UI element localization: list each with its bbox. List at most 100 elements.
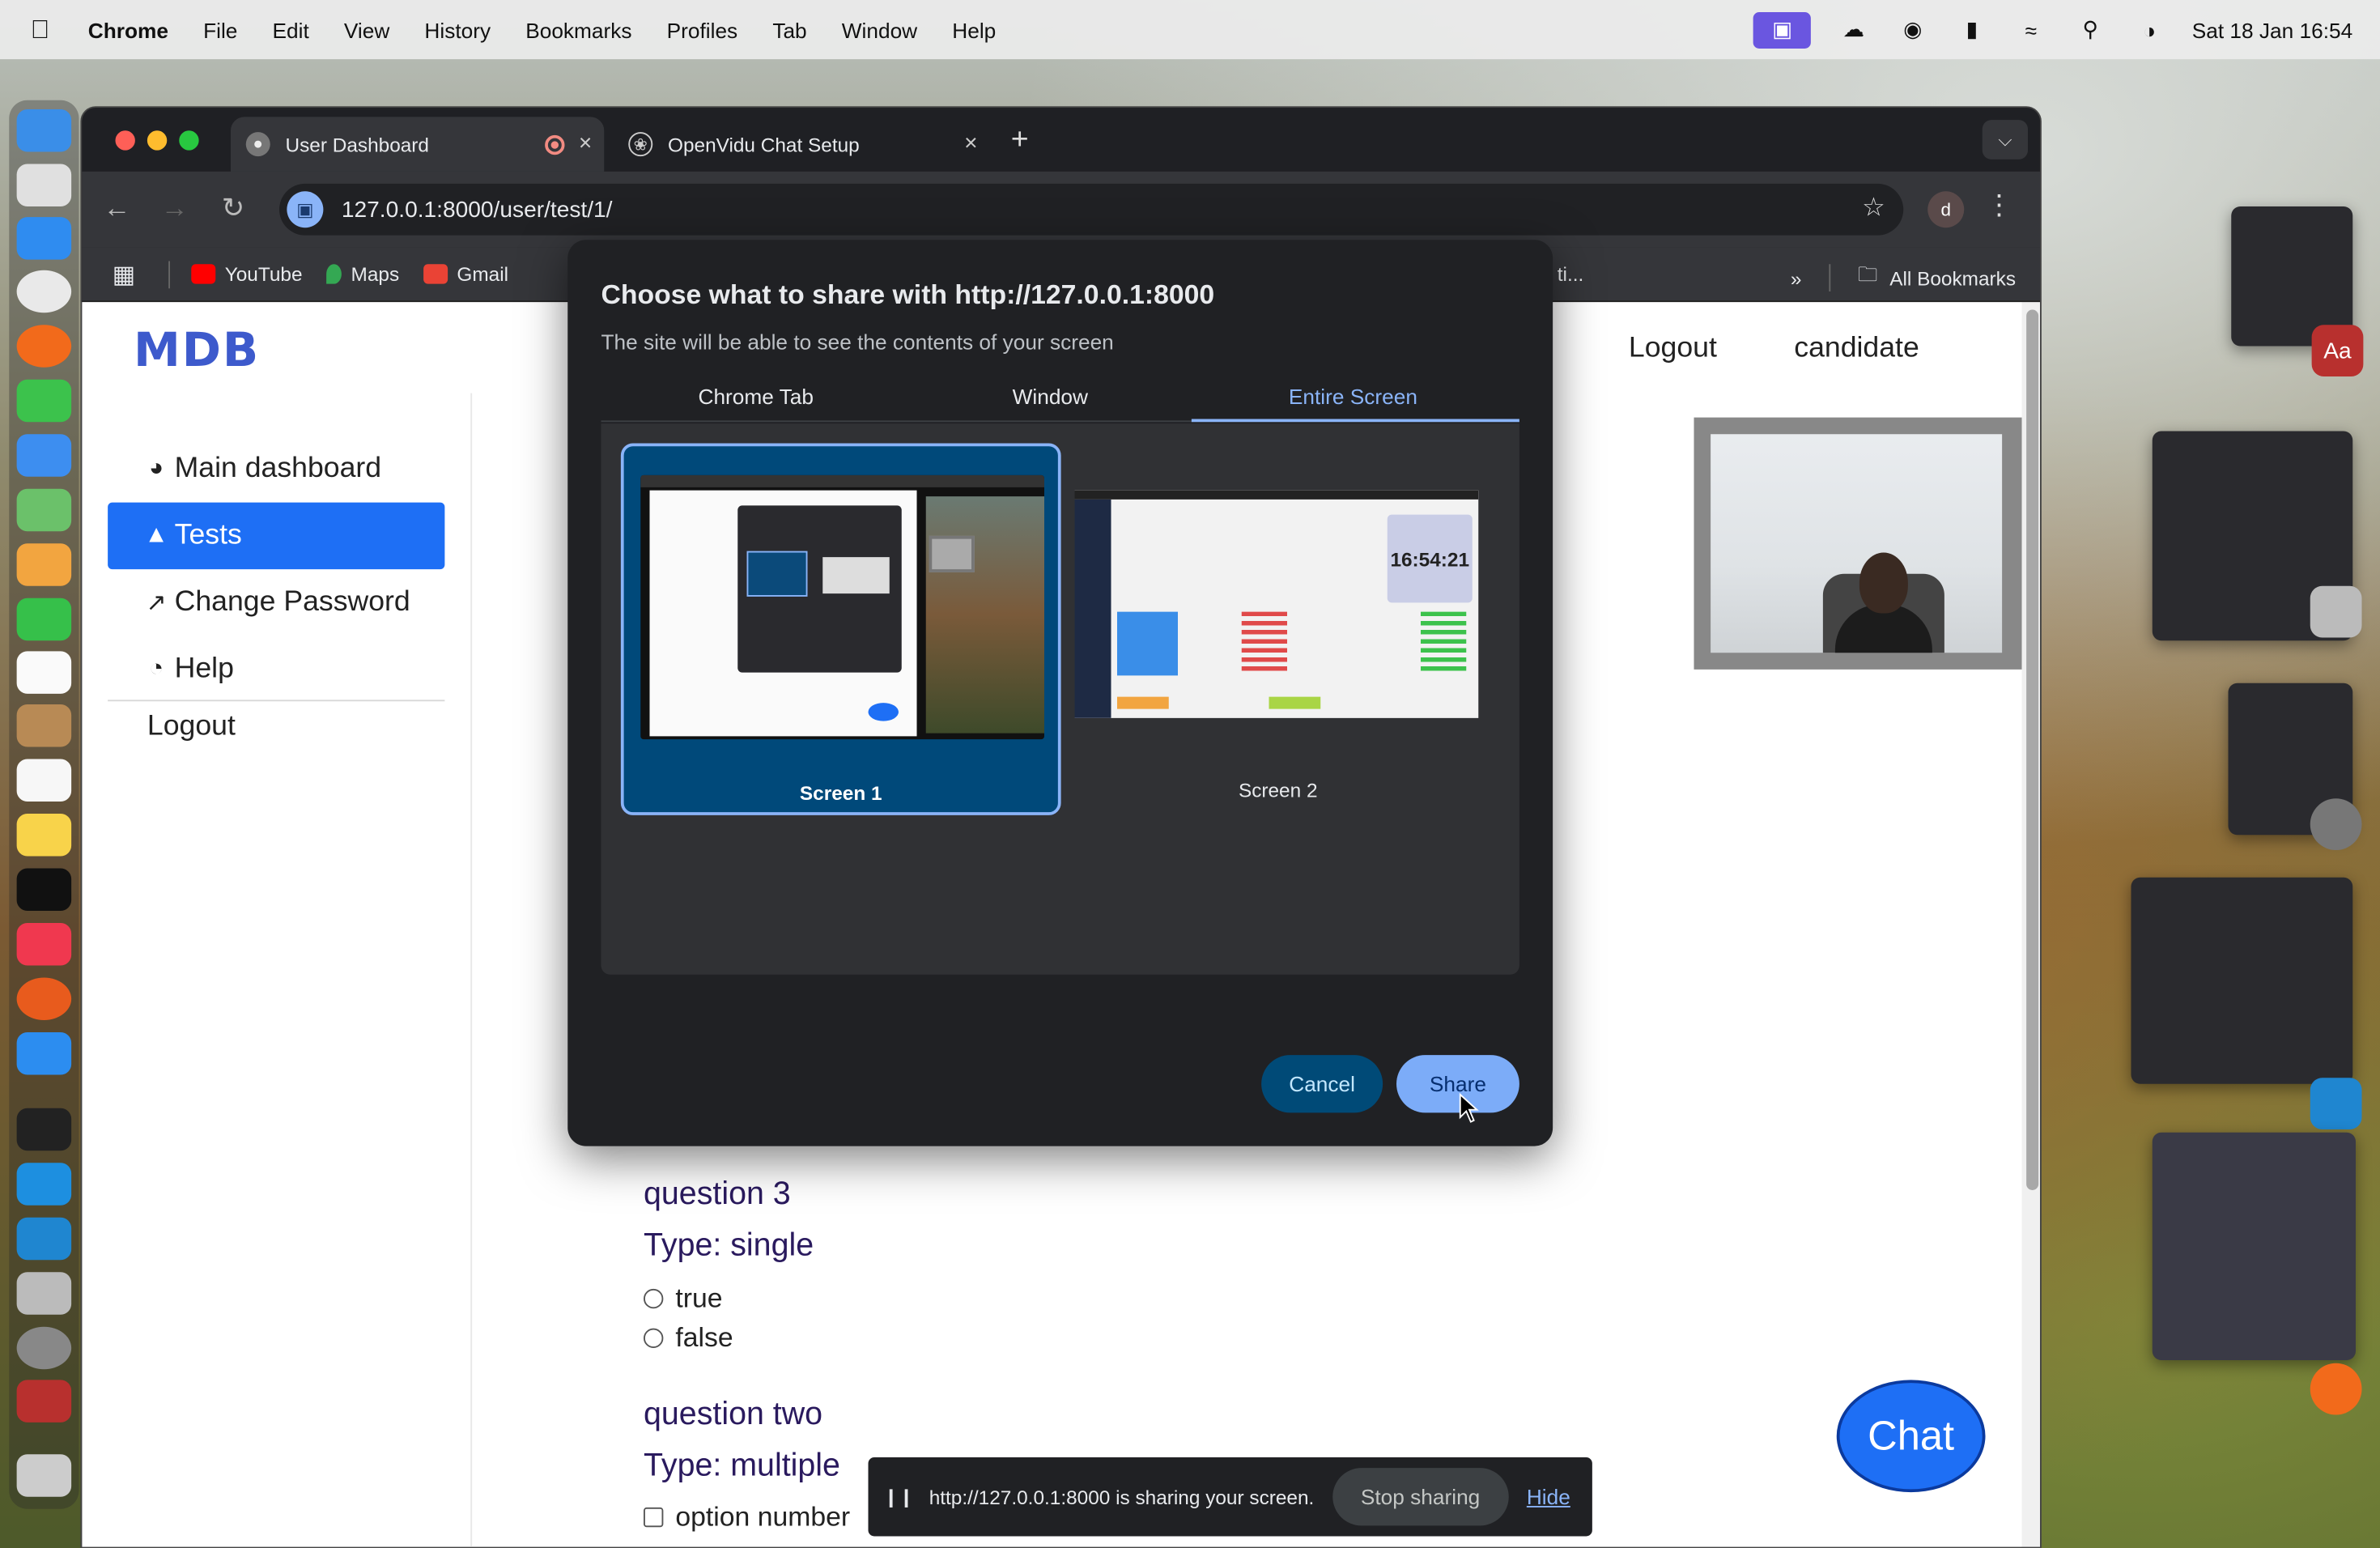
reminders-icon[interactable] xyxy=(16,759,72,802)
chat-button[interactable]: Chat xyxy=(1836,1380,1986,1493)
settings-app-icon[interactable] xyxy=(2310,798,2362,850)
radio-option-false[interactable]: false xyxy=(644,1322,733,1354)
apps-grid-icon[interactable]: ▦ xyxy=(113,259,135,290)
firefox-app-icon[interactable] xyxy=(2310,1363,2362,1415)
bookmark-youtube[interactable]: YouTube xyxy=(191,262,303,286)
vscode-icon[interactable] xyxy=(16,1217,72,1261)
tab-openvidu-chat-setup[interactable]: ❀ OpenVidu Chat Setup × xyxy=(614,117,990,172)
radio-button[interactable] xyxy=(644,1328,664,1348)
page-scrollbar[interactable] xyxy=(2021,302,2040,1547)
menu-bookmarks[interactable]: Bookmarks xyxy=(525,18,631,42)
header-logout-link[interactable]: Logout xyxy=(1629,333,1717,366)
hide-sharing-bar-link[interactable]: Hide xyxy=(1527,1485,1570,1509)
back-icon[interactable]: ← xyxy=(104,193,131,224)
sidebar-item-help[interactable]: ◔ Help xyxy=(108,636,444,704)
camera-permission-icon[interactable]: ▣ xyxy=(287,191,324,228)
bookmark-maps[interactable]: Maps xyxy=(326,262,399,286)
cancel-button[interactable]: Cancel xyxy=(1261,1055,1383,1113)
header-user-link[interactable]: candidate xyxy=(1794,333,1919,366)
menu-tab[interactable]: Tab xyxy=(772,18,806,42)
more-bookmarks-icon[interactable]: » xyxy=(1791,266,1802,289)
screen-sharing-icon[interactable]: ▣ xyxy=(1753,11,1812,49)
messages-icon[interactable] xyxy=(16,379,72,423)
close-tab-icon[interactable]: × xyxy=(964,130,977,156)
tab-window[interactable]: Window xyxy=(1013,384,1088,408)
desktop-window-thumbnail[interactable] xyxy=(2152,1132,2356,1360)
notes-icon[interactable] xyxy=(16,814,72,857)
screen-option-2[interactable]: 16:54:21 Screen 2 xyxy=(1058,444,1498,815)
maps-icon[interactable] xyxy=(16,488,72,532)
safari-icon[interactable] xyxy=(16,217,72,260)
wifi-icon[interactable]: ≈ xyxy=(2014,16,2047,44)
minimize-window-button[interactable] xyxy=(147,130,168,151)
terminal-icon[interactable] xyxy=(16,1108,72,1151)
docker-icon[interactable] xyxy=(16,1163,72,1206)
radio-option-true[interactable]: true xyxy=(644,1282,723,1314)
music-icon[interactable] xyxy=(16,923,72,966)
mail-icon[interactable] xyxy=(16,434,72,477)
vscode-app-icon[interactable] xyxy=(2310,1078,2362,1129)
calendar-icon[interactable] xyxy=(16,651,72,694)
firefox-icon[interactable] xyxy=(16,325,72,368)
menu-window[interactable]: Window xyxy=(842,18,917,42)
menu-history[interactable]: History xyxy=(424,18,491,42)
maximize-window-button[interactable] xyxy=(179,130,199,151)
app-store-icon[interactable] xyxy=(16,1032,72,1075)
ubuntu-icon[interactable] xyxy=(16,977,72,1020)
finder-icon[interactable] xyxy=(16,109,72,152)
menu-kebab-icon[interactable]: ⋮ xyxy=(1986,189,2013,221)
dictionary-app-icon[interactable]: Aa xyxy=(2311,325,2364,376)
checkbox[interactable] xyxy=(644,1507,664,1528)
launchpad-icon[interactable] xyxy=(16,164,72,206)
desktop-window-thumbnail[interactable] xyxy=(2131,877,2353,1084)
bookmark-overflow-fragment[interactable]: ti... xyxy=(1558,262,1584,285)
tab-entire-screen[interactable]: Entire Screen xyxy=(1289,384,1417,408)
apple-tv-icon[interactable] xyxy=(16,868,72,911)
contacts-icon[interactable] xyxy=(16,704,72,747)
dictionary-icon[interactable] xyxy=(16,1380,72,1423)
system-settings-icon[interactable] xyxy=(16,1326,72,1370)
menu-help[interactable]: Help xyxy=(952,18,996,42)
tab-user-dashboard[interactable]: ● User Dashboard × xyxy=(231,117,605,172)
battery-icon[interactable]: ▮ xyxy=(1955,16,1988,44)
profile-avatar[interactable]: d xyxy=(1927,191,1965,228)
sidebar-item-logout[interactable]: Logout xyxy=(108,694,444,761)
sidebar-item-change-password[interactable]: ↗ Change Password xyxy=(108,569,444,636)
new-tab-icon[interactable]: + xyxy=(1011,123,1029,158)
stop-sharing-button[interactable]: Stop sharing xyxy=(1332,1468,1509,1526)
all-bookmarks-link[interactable]: All Bookmarks xyxy=(1889,266,2016,289)
facetime-icon[interactable] xyxy=(16,598,72,641)
menu-view[interactable]: View xyxy=(344,18,389,42)
menu-file[interactable]: File xyxy=(203,18,237,42)
sidebar-item-main-dashboard[interactable]: ◕ Main dashboard xyxy=(108,436,444,503)
control-center-icon[interactable]: ◑ xyxy=(2133,16,2166,44)
close-window-button[interactable] xyxy=(115,130,135,151)
checkbox-option[interactable]: option number xyxy=(644,1501,850,1533)
reload-icon[interactable]: ↻ xyxy=(222,193,244,224)
apple-menu-icon[interactable]:  xyxy=(31,15,58,45)
chrome-icon[interactable] xyxy=(16,270,72,313)
forward-icon[interactable]: → xyxy=(161,193,189,224)
menu-datetime[interactable]: Sat 18 Jan 16:54 xyxy=(2192,18,2353,42)
url-text[interactable]: 127.0.0.1:8000/user/test/1/ xyxy=(342,197,613,223)
trash-icon[interactable] xyxy=(16,1454,72,1497)
menu-app-name[interactable]: Chrome xyxy=(88,18,168,42)
search-icon[interactable]: ⚲ xyxy=(2073,16,2106,44)
database-app-icon[interactable] xyxy=(2310,585,2362,638)
bookmark-gmail[interactable]: Gmail xyxy=(423,262,508,286)
scrollbar-thumb[interactable] xyxy=(2026,309,2039,1190)
database-icon[interactable] xyxy=(16,1272,72,1315)
site-logo[interactable]: MDB xyxy=(134,323,260,378)
screen-option-1[interactable]: Screen 1 xyxy=(620,443,1061,815)
tab-search-button[interactable]: ⌵ xyxy=(1982,120,2028,159)
tab-chrome-tab[interactable]: Chrome Tab xyxy=(699,384,814,408)
close-tab-icon[interactable]: × xyxy=(579,130,592,156)
sidebar-item-tests[interactable]: ▲ Tests xyxy=(108,502,445,570)
github-icon[interactable]: ◉ xyxy=(1896,16,1929,44)
bookmark-star-icon[interactable]: ☆ xyxy=(1862,193,1885,223)
menu-edit[interactable]: Edit xyxy=(273,18,309,42)
address-bar[interactable]: ▣ 127.0.0.1:8000/user/test/1/ ☆ xyxy=(279,183,1904,236)
photos-icon[interactable] xyxy=(16,543,72,586)
cloud-icon[interactable]: ☁ xyxy=(1837,16,1870,44)
radio-button[interactable] xyxy=(644,1288,664,1309)
